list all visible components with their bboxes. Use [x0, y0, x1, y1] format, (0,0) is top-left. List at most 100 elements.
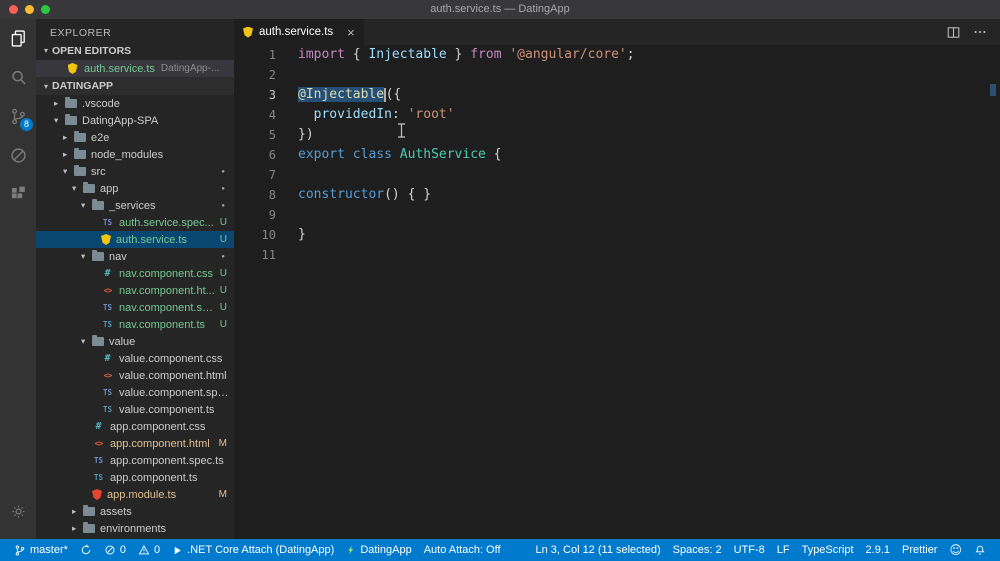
- status-errors[interactable]: 0: [98, 539, 132, 561]
- folder-icon: [92, 250, 104, 261]
- status-eol[interactable]: LF: [771, 539, 796, 561]
- line-number-9[interactable]: 9: [234, 205, 276, 225]
- spec-file-icon: TS: [102, 388, 113, 397]
- settings-gear-icon[interactable]: [0, 492, 36, 531]
- file-value-component-html[interactable]: <> value.component.html: [36, 367, 234, 384]
- open-editor-label: auth.service.ts: [84, 62, 155, 75]
- debug-icon[interactable]: [0, 136, 36, 175]
- status-formatter[interactable]: Prettier: [896, 539, 943, 561]
- folder-value[interactable]: ▾ value: [36, 333, 234, 350]
- line-number-2[interactable]: 2: [234, 65, 276, 85]
- folder-datingapp-spa[interactable]: ▾ DatingApp-SPA: [36, 112, 234, 129]
- status-indentation[interactable]: Spaces: 2: [667, 539, 728, 561]
- file-value-component-css[interactable]: # value.component.css: [36, 350, 234, 367]
- status-debug-launch[interactable]: .NET Core Attach (DatingApp): [166, 539, 340, 561]
- line-number-11[interactable]: 11: [234, 245, 276, 265]
- sidebar-title: EXPLORER: [50, 27, 112, 39]
- status-auto-attach[interactable]: Auto Attach: Off: [418, 539, 507, 561]
- code-line-6[interactable]: 6 export class AuthService {: [234, 145, 1000, 165]
- spec-file-icon: TS: [102, 218, 113, 227]
- file-app-component-spec-ts[interactable]: TS app.component.spec.ts: [36, 452, 234, 469]
- status-label: master*: [30, 544, 68, 556]
- status-git-branch[interactable]: master*: [8, 539, 74, 561]
- code-line-8[interactable]: 8 constructor() { }: [234, 185, 1000, 205]
- line-number-5[interactable]: 5: [234, 125, 276, 145]
- status-sync[interactable]: [74, 539, 98, 561]
- line-content-2: [276, 65, 298, 85]
- open-editors-header[interactable]: ▾ OPEN EDITORS: [36, 41, 234, 60]
- line-number-1[interactable]: 1: [234, 45, 276, 65]
- code-editor[interactable]: 1 import { Injectable } from '@angular/co…: [234, 45, 1000, 539]
- code-line-9[interactable]: 9: [234, 205, 1000, 225]
- chevron-right-icon: ▸: [54, 98, 59, 109]
- tree-item-label: app.component.spec.ts: [110, 454, 224, 467]
- file-nav-component-ht[interactable]: <> nav.component.ht... U: [36, 282, 234, 299]
- line-number-7[interactable]: 7: [234, 165, 276, 185]
- chevron-right-icon: ▸: [72, 523, 77, 534]
- code-line-1[interactable]: 1 import { Injectable } from '@angular/co…: [234, 45, 1000, 65]
- folder-services[interactable]: ▾ _services ●: [36, 197, 234, 214]
- file-app-component-ts[interactable]: TS app.component.ts: [36, 469, 234, 486]
- explorer-icon[interactable]: [0, 19, 36, 58]
- file-nav-component-ts[interactable]: TS nav.component.ts U: [36, 316, 234, 333]
- code-line-7[interactable]: 7: [234, 165, 1000, 185]
- split-editor-icon[interactable]: [946, 25, 961, 40]
- code-line-2[interactable]: 2: [234, 65, 1000, 85]
- folder-node-modules[interactable]: ▸ node_modules: [36, 146, 234, 163]
- status-label: Spaces: 2: [672, 544, 722, 556]
- file-nav-component-css[interactable]: # nav.component.css U: [36, 265, 234, 282]
- folder-assets[interactable]: ▸ assets: [36, 503, 234, 520]
- line-number-8[interactable]: 8: [234, 185, 276, 205]
- git-status-badge: U: [219, 285, 227, 296]
- status-warnings[interactable]: 0: [132, 539, 166, 561]
- search-icon[interactable]: [0, 58, 36, 97]
- code-line-3[interactable]: 3 @Injectable({: [234, 85, 1000, 105]
- file-app-component-html[interactable]: <> app.component.html M: [36, 435, 234, 452]
- open-editor-auth-service-ts[interactable]: auth.service.ts DatingApp-...: [36, 60, 234, 77]
- close-tab-icon[interactable]: ×: [347, 26, 355, 39]
- file-auth-service-spec[interactable]: TS auth.service.spec... U: [36, 214, 234, 231]
- file-app-module-ts[interactable]: app.module.ts M: [36, 486, 234, 503]
- tree-item-label: nav: [109, 250, 127, 263]
- code-line-5[interactable]: 5}): [234, 125, 1000, 145]
- line-number-10[interactable]: 10: [234, 225, 276, 245]
- code-line-4[interactable]: 4 providedIn: 'root': [234, 105, 1000, 125]
- folder-icon: [74, 165, 86, 176]
- code-line-11[interactable]: 11: [234, 245, 1000, 265]
- status-cursor-position[interactable]: Ln 3, Col 12 (11 selected): [529, 539, 666, 561]
- file-nav-component-sp[interactable]: TS nav.component.sp... U: [36, 299, 234, 316]
- folder-vscode[interactable]: ▸ .vscode: [36, 95, 234, 112]
- file-value-component-spec[interactable]: TS value.component.spec...: [36, 384, 234, 401]
- tree-item-label: src: [91, 165, 106, 178]
- line-number-4[interactable]: 4: [234, 105, 276, 125]
- warning-icon: [138, 544, 150, 556]
- folder-nav[interactable]: ▾ nav ●: [36, 248, 234, 265]
- status-app-task[interactable]: DatingApp: [340, 539, 417, 561]
- tree-item-label: app.component.css: [110, 420, 206, 433]
- folder-e2e[interactable]: ▸ e2e: [36, 129, 234, 146]
- status-notifications[interactable]: [968, 539, 992, 561]
- more-actions-icon[interactable]: [973, 25, 987, 39]
- git-status-badge: M: [218, 489, 227, 500]
- folder-environments[interactable]: ▸ environments: [36, 520, 234, 537]
- folder-src[interactable]: ▾ src ●: [36, 163, 234, 180]
- workspace-root-header[interactable]: ▾ DATINGAPP: [36, 77, 234, 95]
- code-line-10[interactable]: 10}: [234, 225, 1000, 245]
- vscode-window: auth.service.ts — DatingApp 8 EXPLORER ▾…: [0, 0, 1000, 561]
- folder-app[interactable]: ▾ app ●: [36, 180, 234, 197]
- source-control-icon[interactable]: 8: [0, 97, 36, 136]
- file-value-component-ts[interactable]: TS value.component.ts: [36, 401, 234, 418]
- extensions-icon[interactable]: [0, 175, 36, 214]
- status-encoding[interactable]: UTF-8: [728, 539, 771, 561]
- folder-icon: [83, 505, 95, 516]
- status-ts-version[interactable]: 2.9.1: [860, 539, 896, 561]
- line-number-3[interactable]: 3: [234, 85, 276, 105]
- tab-auth-service-ts[interactable]: auth.service.ts ×: [234, 19, 365, 45]
- file-auth-service-ts[interactable]: auth.service.ts U: [36, 231, 234, 248]
- file-app-component-css[interactable]: # app.component.css: [36, 418, 234, 435]
- line-number-6[interactable]: 6: [234, 145, 276, 165]
- line-content-5: }): [298, 127, 314, 142]
- status-feedback[interactable]: ☺: [943, 539, 968, 561]
- open-editors-label: OPEN EDITORS: [52, 44, 132, 57]
- status-language-mode[interactable]: TypeScript: [796, 539, 860, 561]
